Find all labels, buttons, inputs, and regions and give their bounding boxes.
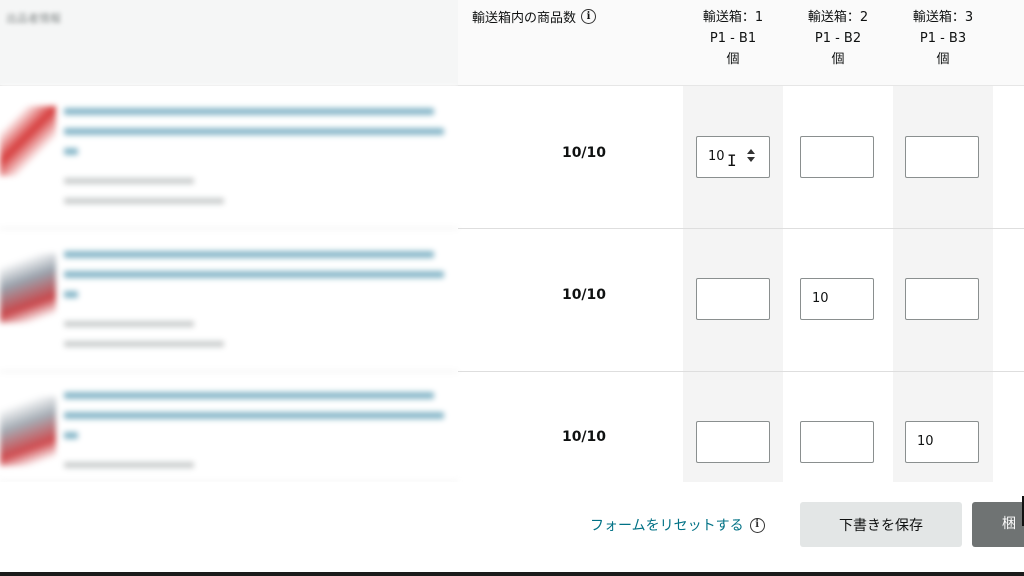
item-count-header-label: 輸送箱内の商品数 <box>472 11 577 26</box>
product-list-blurred <box>0 0 458 482</box>
qty-value: 10 <box>812 291 829 306</box>
qty-input-box-3[interactable]: 10 <box>905 421 979 463</box>
row-item-count: 10/10 <box>561 287 607 303</box>
product-thumbnail <box>0 253 56 323</box>
product-thumbnail <box>0 396 56 466</box>
info-icon[interactable]: i <box>749 517 765 533</box>
box-unit: 個 <box>936 52 950 67</box>
product-row <box>0 229 458 372</box>
table-row: 10/10 10 <box>458 372 1024 482</box>
product-row <box>0 372 458 482</box>
qty-input-box-2[interactable]: 10 <box>800 278 874 320</box>
box-title: 輸送箱：2 <box>807 10 869 25</box>
box-header-3: 輸送箱：3 P1 - B3 個 <box>898 7 988 70</box>
qty-input-box-3[interactable] <box>905 136 979 178</box>
product-row <box>0 86 458 229</box>
reset-form-label: フォームをリセットする <box>590 518 744 534</box>
confirm-packing-button[interactable]: 梱 <box>972 502 1024 547</box>
box-title: 輸送箱：1 <box>702 10 764 25</box>
form-footer: フォームをリセットする i 下書きを保存 梱 <box>0 482 1024 572</box>
box-id: P1 - B2 <box>814 31 862 46</box>
qty-input-box-1[interactable] <box>696 278 770 320</box>
box-id: P1 - B1 <box>709 31 757 46</box>
product-thumbnail <box>0 106 56 176</box>
qty-input-box-2[interactable] <box>800 421 874 463</box>
text-cursor-icon: I <box>727 151 737 170</box>
box-header-2: 輸送箱：2 P1 - B2 個 <box>793 7 883 70</box>
stepper-icon[interactable] <box>747 149 755 165</box>
save-draft-button[interactable]: 下書きを保存 <box>800 502 962 547</box>
box-id: P1 - B3 <box>919 31 967 46</box>
row-item-count: 10/10 <box>561 145 607 161</box>
qty-input-box-3[interactable] <box>905 278 979 320</box>
box-unit: 個 <box>831 52 845 67</box>
qty-value: 10 <box>917 434 934 449</box>
taskbar-strip <box>0 572 1024 576</box>
reset-form-link[interactable]: フォームをリセットする i <box>590 515 765 535</box>
box-unit: 個 <box>726 52 740 67</box>
table-row: 10/10 10 <box>458 229 1024 372</box>
item-count-header: 輸送箱内の商品数 i <box>472 7 597 26</box>
box-header-1: 輸送箱：1 P1 - B1 個 <box>688 7 778 70</box>
qty-input-box-2[interactable] <box>800 136 874 178</box>
box-title: 輸送箱：3 <box>912 10 974 25</box>
table-row: 10/10 10 I <box>458 86 1024 229</box>
row-item-count: 10/10 <box>561 429 607 445</box>
qty-value: 10 <box>708 149 725 164</box>
qty-input-box-1[interactable] <box>696 421 770 463</box>
confirm-packing-label: 梱 <box>1002 516 1016 532</box>
save-draft-label: 下書きを保存 <box>839 517 923 534</box>
qty-input-box-1[interactable]: 10 I <box>696 136 770 178</box>
info-icon[interactable]: i <box>581 9 597 24</box>
